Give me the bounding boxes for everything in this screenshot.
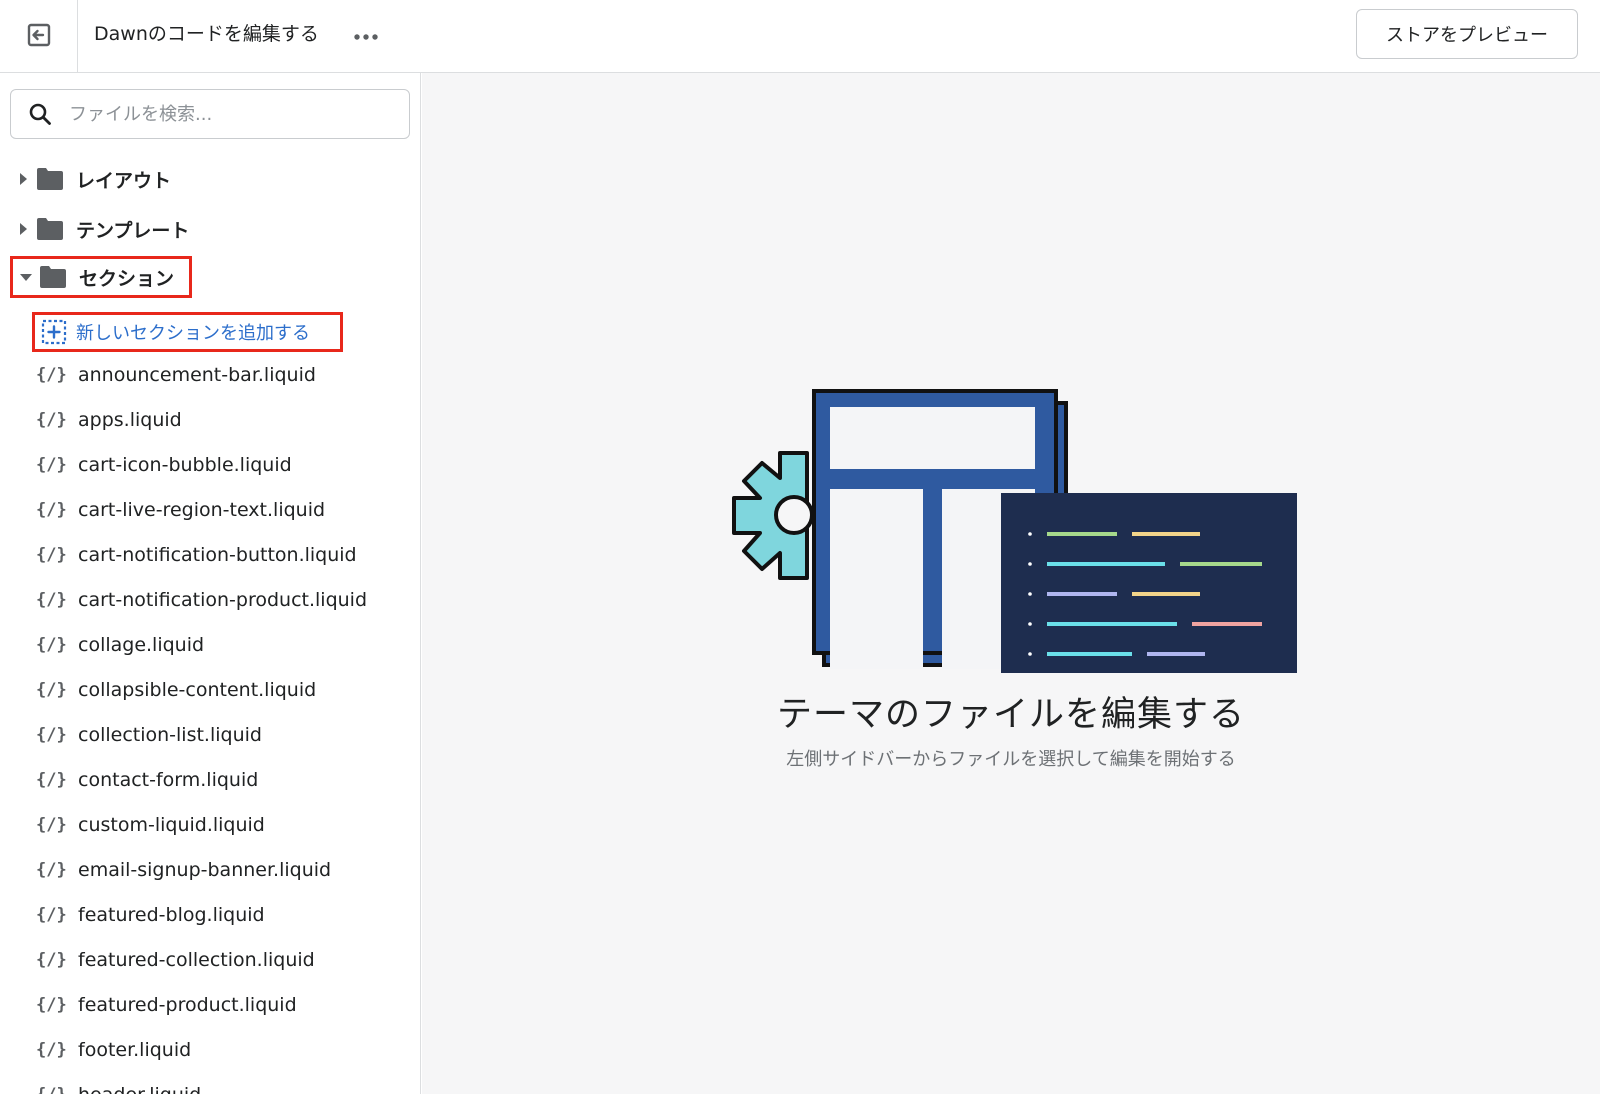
file-name: cart-notification-product.liquid: [78, 588, 368, 611]
liquid-file-icon: {/}: [36, 859, 67, 880]
liquid-file-icon: {/}: [36, 769, 67, 790]
file-name: email-signup-banner.liquid: [78, 858, 332, 881]
file-item[interactable]: {/} cart-notification-button.liquid: [36, 532, 416, 577]
file-name: header.liquid: [78, 1084, 201, 1094]
folder-sections[interactable]: セクション: [10, 256, 192, 298]
file-list: {/} announcement-bar.liquid {/} apps.liqui…: [36, 352, 416, 1094]
file-name: announcement-bar.liquid: [78, 363, 316, 386]
caret-down-icon: [13, 256, 39, 298]
add-file-icon: [40, 318, 68, 346]
file-item[interactable]: {/} apps.liquid: [36, 397, 416, 442]
file-name: featured-product.liquid: [78, 993, 297, 1016]
exit-button[interactable]: [0, 0, 78, 73]
caret-right-icon: [10, 208, 36, 250]
more-actions-button[interactable]: [346, 23, 386, 47]
folder-icon: [39, 256, 67, 298]
liquid-file-icon: {/}: [36, 409, 67, 430]
liquid-file-icon: {/}: [36, 1085, 68, 1094]
caret-right-icon: [10, 158, 36, 200]
liquid-file-icon: {/}: [36, 724, 67, 745]
code-panel-icon: [1001, 493, 1297, 729]
folder-templates[interactable]: テンプレート: [10, 208, 189, 250]
liquid-file-icon: {/}: [36, 949, 67, 970]
file-item[interactable]: {/} footer.liquid: [36, 1027, 416, 1072]
file-search: [10, 89, 410, 139]
liquid-file-icon: {/}: [36, 904, 67, 925]
file-item[interactable]: {/} email-signup-banner.liquid: [36, 847, 416, 892]
liquid-file-icon: {/}: [36, 364, 67, 385]
file-item[interactable]: {/} collapsible-content.liquid: [36, 667, 416, 712]
file-name: contact-form.liquid: [78, 768, 259, 791]
liquid-file-icon: {/}: [36, 1039, 67, 1060]
folder-layout[interactable]: レイアウト: [10, 158, 171, 200]
empty-state-subtitle: 左側サイドバーからファイルを選択して編集を開始する: [786, 749, 1236, 770]
folder-label: テンプレート: [76, 219, 190, 242]
file-item[interactable]: {/} cart-notification-product.liquid: [36, 577, 416, 622]
file-item[interactable]: {/} collage.liquid: [36, 622, 416, 667]
page-title: Dawnのコードを編集する: [94, 23, 319, 45]
file-item[interactable]: {/} announcement-bar.liquid: [36, 352, 416, 397]
folder-icon: [36, 158, 64, 200]
file-name: custom-liquid.liquid: [78, 813, 265, 836]
file-name: featured-collection.liquid: [78, 948, 315, 971]
file-name: collapsible-content.liquid: [78, 678, 317, 701]
file-name: cart-notification-button.liquid: [78, 543, 357, 566]
file-item[interactable]: {/} collection-list.liquid: [36, 712, 416, 757]
file-item[interactable]: {/} cart-icon-bubble.liquid: [36, 442, 416, 487]
editor-empty-state: テーマのファイルを編集する 左側サイドバーからファイルを選択して編集を開始する: [422, 73, 1600, 1094]
folder-label: レイアウト: [76, 169, 172, 192]
file-item[interactable]: {/} featured-collection.liquid: [36, 937, 416, 982]
file-name: apps.liquid: [78, 408, 182, 431]
file-name: cart-icon-bubble.liquid: [78, 453, 292, 476]
liquid-file-icon: {/}: [36, 589, 67, 610]
theme-editor-illustration: [722, 323, 1297, 729]
file-item[interactable]: {/} featured-blog.liquid: [36, 892, 416, 937]
liquid-file-icon: {/}: [36, 679, 67, 700]
folder-icon: [36, 208, 64, 250]
file-item[interactable]: {/} custom-liquid.liquid: [36, 802, 416, 847]
empty-state-title: テーマのファイルを編集する: [776, 695, 1245, 735]
file-item[interactable]: {/} contact-form.liquid: [36, 757, 416, 802]
file-item[interactable]: {/} cart-live-region-text.liquid: [36, 487, 416, 532]
file-name: collage.liquid: [78, 633, 205, 656]
preview-store-button[interactable]: ストアをプレビュー: [1356, 9, 1578, 59]
gear-icon: [732, 451, 814, 580]
file-sidebar: レイアウト テンプレート セクション 新しいセクションを追加する {/} anno…: [0, 73, 421, 1094]
search-input[interactable]: [69, 103, 389, 125]
liquid-file-icon: {/}: [36, 994, 67, 1015]
liquid-file-icon: {/}: [36, 814, 67, 835]
file-item[interactable]: {/} featured-product.liquid: [36, 982, 416, 1027]
search-icon: [11, 90, 69, 138]
file-name: collection-list.liquid: [78, 723, 262, 746]
liquid-file-icon: {/}: [36, 499, 67, 520]
add-section-label: 新しいセクションを追加する: [76, 323, 310, 344]
file-item[interactable]: {/} header.liquid: [36, 1072, 416, 1094]
file-name: cart-live-region-text.liquid: [78, 498, 326, 521]
add-new-section-link[interactable]: 新しいセクションを追加する: [32, 312, 343, 352]
top-bar: Dawnのコードを編集する ストアをプレビュー: [0, 0, 1600, 73]
folder-label: セクション: [79, 267, 175, 290]
liquid-file-icon: {/}: [36, 544, 67, 565]
file-name: featured-blog.liquid: [78, 903, 265, 926]
liquid-file-icon: {/}: [36, 634, 67, 655]
exit-icon: [26, 22, 52, 52]
liquid-file-icon: {/}: [36, 454, 67, 475]
more-icon: [353, 26, 379, 45]
file-name: footer.liquid: [78, 1038, 192, 1061]
